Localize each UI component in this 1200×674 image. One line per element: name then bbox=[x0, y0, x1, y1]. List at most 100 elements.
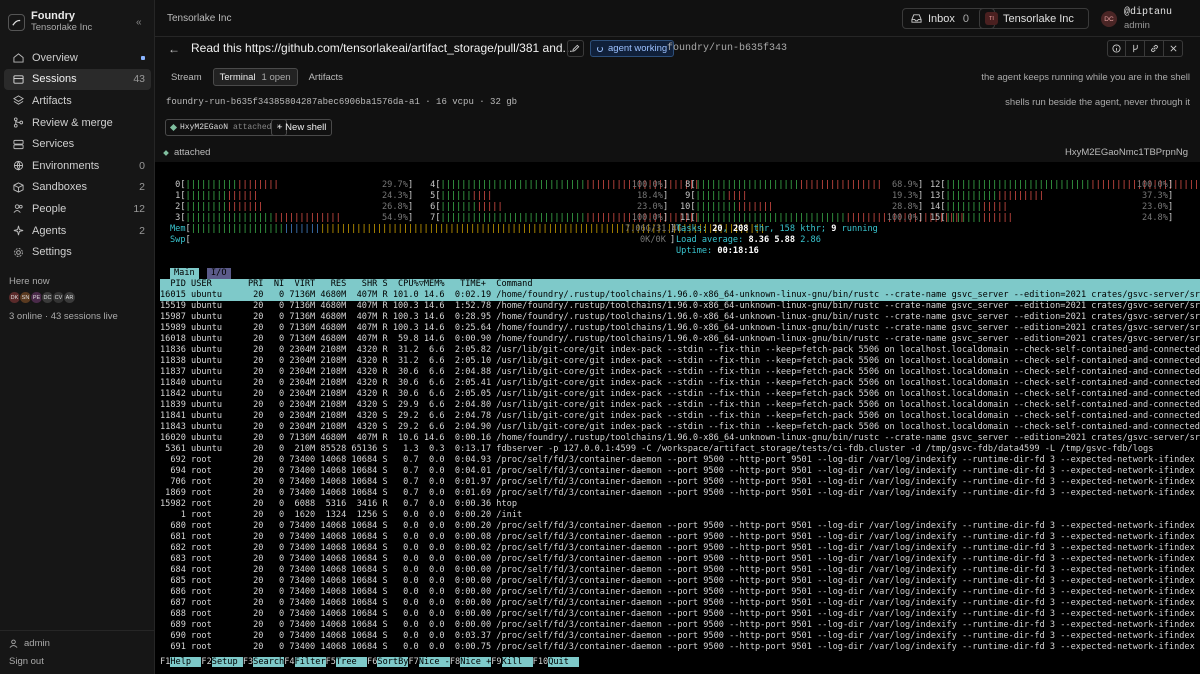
sidebar-item-sandboxes[interactable]: Sandboxes 2 bbox=[4, 177, 151, 199]
inbox-count: 0 bbox=[962, 12, 970, 25]
table-row[interactable]: 11840 ubuntu 20 0 2304M 2108M 4320 R 30.… bbox=[160, 378, 1200, 389]
inbox-icon bbox=[911, 14, 922, 23]
table-row[interactable]: 11839 ubuntu 20 0 2304M 2108M 4320 S 29.… bbox=[160, 400, 1200, 411]
tab-stream[interactable]: Stream bbox=[164, 68, 209, 86]
fkey-f5[interactable]: F5Tree bbox=[325, 657, 368, 667]
edit-title-button[interactable] bbox=[567, 40, 584, 57]
table-row[interactable]: 691 root 20 0 73400 14068 10684 S 0.0 0.… bbox=[160, 642, 1200, 653]
branch-button[interactable] bbox=[1126, 40, 1145, 57]
table-row[interactable]: 5361 ubuntu 20 0 210M 85528 65136 S 1.3 … bbox=[160, 444, 1200, 455]
table-row[interactable]: 682 root 20 0 73400 14068 10684 S 0.0 0.… bbox=[160, 543, 1200, 554]
table-row[interactable]: 688 root 20 0 73400 14068 10684 S 0.0 0.… bbox=[160, 609, 1200, 620]
terminal[interactable]: 0[|||||||||||||||||| 29.7%] 1[|||||||||||… bbox=[155, 162, 1200, 674]
swp-meter: Swp[0K/0K] bbox=[170, 235, 676, 245]
table-row[interactable]: 11842 ubuntu 20 0 2304M 2108M 4320 R 30.… bbox=[160, 389, 1200, 400]
cpu-meter: 8[|||||||||||||||||||||||||||||||||||| 68… bbox=[680, 180, 924, 190]
table-row[interactable]: 683 root 20 0 73400 14068 10684 S 0.0 0.… bbox=[160, 554, 1200, 565]
fkey-f10[interactable]: F10Quit bbox=[532, 657, 580, 667]
table-row[interactable]: 16020 ubuntu 20 0 7136M 4680M 407M R 10.… bbox=[160, 433, 1200, 444]
sidebar-item-label: Review & merge bbox=[32, 116, 113, 129]
shell-tab[interactable]: HxyM2EGaoN attached × bbox=[165, 119, 288, 136]
table-row[interactable]: 11838 ubuntu 20 0 2304M 2108M 4320 R 31.… bbox=[160, 356, 1200, 367]
table-row[interactable]: 11843 ubuntu 20 0 2304M 2108M 4320 S 29.… bbox=[160, 422, 1200, 433]
fkey-label: SortBy bbox=[377, 657, 409, 667]
table-row[interactable]: 15989 ubuntu 20 0 7136M 4680M 407M R 100… bbox=[160, 323, 1200, 334]
table-row[interactable]: 11837 ubuntu 20 0 2304M 2108M 4320 R 30.… bbox=[160, 367, 1200, 378]
load-15: 2.86 bbox=[795, 235, 821, 245]
table-row[interactable]: 692 root 20 0 73400 14068 10684 S 0.7 0.… bbox=[160, 455, 1200, 466]
brand[interactable]: Foundry Tensorlake Inc bbox=[8, 10, 92, 34]
table-row[interactable]: 1869 root 20 0 73400 14068 10684 S 0.7 0… bbox=[160, 488, 1200, 499]
sidebar-item-sessions[interactable]: Sessions 43 bbox=[4, 68, 151, 91]
fkey-label: Filter bbox=[294, 657, 326, 667]
cpu-number: 5 bbox=[425, 191, 436, 201]
org-badge: TI bbox=[985, 12, 998, 25]
cpu-number: 4 bbox=[425, 180, 436, 190]
fkey-f3[interactable]: F3Search bbox=[242, 657, 285, 667]
overview-icon bbox=[12, 52, 24, 64]
sidebar-item-environments[interactable]: Environments 0 bbox=[4, 155, 151, 177]
cpu-meter: 5[|||||||||| 18.4%] bbox=[425, 191, 669, 201]
process-table-header[interactable]: PID USER PRI NI VIRT RES SHR S CPU%▽MEM%… bbox=[160, 279, 1200, 290]
htop-tab-main[interactable]: Main bbox=[170, 268, 199, 279]
table-row[interactable]: 687 root 20 0 73400 14068 10684 S 0.0 0.… bbox=[160, 598, 1200, 609]
tab-terminal[interactable]: Terminal 1 open bbox=[212, 68, 298, 86]
fkey-f1[interactable]: F1Help bbox=[160, 657, 202, 667]
sidebar-item-artifacts[interactable]: Artifacts bbox=[4, 90, 151, 112]
fkey-f2[interactable]: F2Setup bbox=[201, 657, 243, 667]
sidebar-item-label: Services bbox=[32, 138, 75, 151]
fkey-key: F10 bbox=[532, 657, 549, 667]
user-icon bbox=[9, 639, 18, 648]
threads-label: thr, 158 kthr; bbox=[748, 224, 832, 234]
sidebar-item-overview[interactable]: Overview bbox=[4, 47, 151, 69]
sidebar-item-review-merge[interactable]: Review & merge bbox=[4, 112, 151, 134]
table-row[interactable]: 15987 ubuntu 20 0 7136M 4680M 407M R 100… bbox=[160, 312, 1200, 323]
table-row[interactable]: 684 root 20 0 73400 14068 10684 S 0.0 0.… bbox=[160, 565, 1200, 576]
table-row[interactable]: 16018 ubuntu 20 0 7136M 4680M 407M R 59.… bbox=[160, 334, 1200, 345]
fkey-f4[interactable]: F4Filter bbox=[284, 657, 326, 667]
status-badge: agent working bbox=[590, 40, 675, 57]
sidebar-user[interactable]: admin bbox=[9, 638, 50, 649]
avatar[interactable]: AR bbox=[63, 291, 76, 304]
table-row[interactable]: 686 root 20 0 73400 14068 10684 S 0.0 0.… bbox=[160, 587, 1200, 598]
table-row[interactable]: 694 root 20 0 73400 14068 10684 S 0.7 0.… bbox=[160, 466, 1200, 477]
link-button[interactable] bbox=[1145, 40, 1164, 57]
info-button[interactable] bbox=[1107, 40, 1126, 57]
org-switcher[interactable]: TI Tensorlake Inc bbox=[979, 8, 1089, 29]
close-button[interactable] bbox=[1164, 40, 1183, 57]
sidebar-item-label: Agents bbox=[32, 224, 67, 237]
new-shell-button[interactable]: + New shell bbox=[271, 119, 333, 136]
sidebar-item-settings[interactable]: Settings bbox=[4, 241, 151, 263]
table-row[interactable]: 706 root 20 0 73400 14068 10684 S 0.7 0.… bbox=[160, 477, 1200, 488]
sidebar-item-services[interactable]: Services bbox=[4, 133, 151, 155]
table-row[interactable]: 15519 ubuntu 20 0 7136M 4680M 407M R 100… bbox=[160, 301, 1200, 312]
breadcrumb[interactable]: Tensorlake Inc bbox=[167, 13, 231, 24]
fkey-f9[interactable]: F9Kill bbox=[491, 657, 533, 667]
sidebar-item-people[interactable]: People 12 bbox=[4, 198, 151, 220]
collapse-sidebar-icon[interactable]: « bbox=[136, 17, 142, 28]
table-row[interactable]: 11836 ubuntu 20 0 2304M 2108M 4320 R 31.… bbox=[160, 345, 1200, 356]
table-row[interactable]: 685 root 20 0 73400 14068 10684 S 0.0 0.… bbox=[160, 576, 1200, 587]
table-row[interactable]: 15982 root 20 0 6088 5316 3416 R 0.7 0.0… bbox=[160, 499, 1200, 510]
sign-out-link[interactable]: Sign out bbox=[9, 656, 44, 667]
avatar[interactable]: DC bbox=[1101, 11, 1117, 27]
sidebar-item-label: Settings bbox=[32, 246, 72, 259]
htop-tab-io[interactable]: I/O bbox=[207, 268, 231, 279]
user-handle[interactable]: @diptanu bbox=[1124, 7, 1172, 18]
table-row[interactable]: 690 root 20 0 73400 14068 10684 S 0.0 0.… bbox=[160, 631, 1200, 642]
table-row[interactable]: 11841 ubuntu 20 0 2304M 2108M 4320 S 29.… bbox=[160, 411, 1200, 422]
running-label: running bbox=[836, 224, 878, 234]
fkey-f7[interactable]: F7Nice - bbox=[408, 657, 450, 667]
fkey-key: F7 bbox=[408, 657, 419, 667]
sidebar-item-agents[interactable]: Agents 2 bbox=[4, 220, 151, 242]
fkey-f6[interactable]: F6SortBy bbox=[367, 657, 409, 667]
table-row[interactable]: 16015 ubuntu 20 0 7136M 4680M 407M R 101… bbox=[160, 290, 1200, 301]
back-arrow-icon[interactable]: ← bbox=[168, 42, 180, 56]
fkey-f8[interactable]: F8Nice + bbox=[449, 657, 492, 667]
table-row[interactable]: 689 root 20 0 73400 14068 10684 S 0.0 0.… bbox=[160, 620, 1200, 631]
load-line: Load average: 8.36 5.88 2.86 bbox=[676, 235, 821, 246]
tab-artifacts[interactable]: Artifacts bbox=[302, 68, 350, 86]
table-row[interactable]: 1 root 20 0 1620 1324 1256 S 0.0 0.0 0:0… bbox=[160, 510, 1200, 521]
table-row[interactable]: 680 root 20 0 73400 14068 10684 S 0.0 0.… bbox=[160, 521, 1200, 532]
table-row[interactable]: 681 root 20 0 73400 14068 10684 S 0.0 0.… bbox=[160, 532, 1200, 543]
